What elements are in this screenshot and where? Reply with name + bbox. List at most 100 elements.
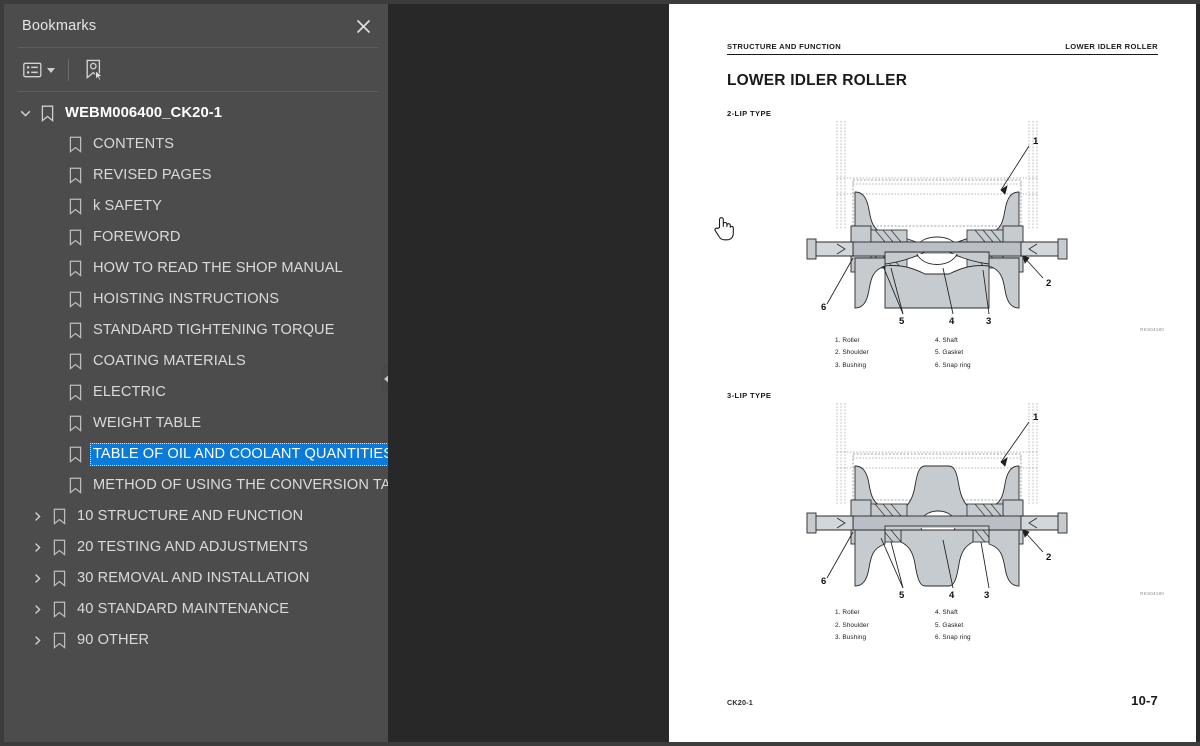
legend-item: 6. Snap ring	[935, 361, 971, 369]
figure-block-3lip: 3-LIP TYPE 1 2 3 4 5 6 RKS04190 1. Rolle…	[727, 391, 1164, 644]
bookmark-item[interactable]: ELECTRIC	[4, 377, 388, 408]
bookmark-icon	[48, 539, 70, 556]
bookmark-item[interactable]: k SAFETY	[4, 191, 388, 222]
legend-column-left-1: 1. Roller 2. Shoulder 3. Bushing	[835, 335, 935, 372]
svg-text:2: 2	[1046, 278, 1051, 289]
figure-legend-1: 1. Roller 2. Shoulder 3. Bushing 4. Shaf…	[835, 335, 1158, 372]
svg-text:5: 5	[899, 590, 905, 600]
bookmark-item-label: ELECTRIC	[93, 384, 166, 400]
legend-item: 4. Shaft	[935, 609, 958, 617]
bookmark-icon	[36, 105, 58, 122]
bookmarks-panel-header: Bookmarks	[4, 4, 388, 48]
chevron-right-icon[interactable]	[26, 506, 48, 528]
bookmark-item-label: HOISTING INSTRUCTIONS	[93, 291, 280, 307]
legend-item: 2. Shoulder	[835, 349, 869, 357]
figure-type-label-2: 3-LIP TYPE	[727, 391, 772, 401]
figure-image-1: 1 2 3 4 5 6 RKS04180	[727, 118, 1164, 332]
chevron-right-icon[interactable]	[26, 568, 48, 590]
bookmark-item[interactable]: 20 TESTING AND ADJUSTMENTS	[4, 532, 388, 563]
bookmark-icon	[48, 570, 70, 587]
document-viewer[interactable]: STRUCTURE AND FUNCTION LOWER IDLER ROLLE…	[388, 0, 1200, 746]
document-page: STRUCTURE AND FUNCTION LOWER IDLER ROLLE…	[669, 4, 1196, 742]
bookmark-item[interactable]: 40 STANDARD MAINTENANCE	[4, 594, 388, 625]
bookmark-item-label: COATING MATERIALS	[93, 353, 246, 369]
bookmark-item-label: CONTENTS	[93, 136, 175, 152]
bookmark-icon	[64, 477, 86, 494]
bookmark-item[interactable]: CONTENTS	[4, 129, 388, 160]
page-footer: CK20-1 10-7	[727, 693, 1158, 708]
bookmark-item[interactable]: WEIGHT TABLE	[4, 408, 388, 439]
svg-text:4: 4	[949, 316, 955, 327]
chevron-down-icon	[47, 67, 55, 73]
legend-column-right-1: 4. Shaft 5. Gasket 6. Snap ring	[935, 335, 1035, 372]
svg-text:2: 2	[1046, 552, 1051, 563]
chevron-down-icon[interactable]	[14, 103, 36, 125]
pdf-viewer-app: Bookmarks WEBM006400_CK20-1 CONTENTS REV…	[0, 0, 1200, 746]
page-title: LOWER IDLER ROLLER	[727, 72, 908, 89]
bookmarks-panel: Bookmarks WEBM006400_CK20-1 CONTENTS REV…	[0, 0, 392, 746]
figure-block-2lip: 2-LIP TYPE 1 2 3 4 5 6 RKS04180 1. Rolle…	[727, 109, 1164, 372]
bookmark-icon	[48, 632, 70, 649]
bookmark-icon	[48, 508, 70, 525]
svg-text:6: 6	[821, 302, 826, 313]
svg-text:4: 4	[949, 590, 955, 600]
bookmark-item-label: 30 REMOVAL AND INSTALLATION	[77, 570, 310, 586]
bookmark-item[interactable]: STANDARD TIGHTENING TORQUE	[4, 315, 388, 346]
legend-item: 3. Bushing	[835, 634, 867, 642]
chevron-right-icon[interactable]	[26, 599, 48, 621]
bookmark-item[interactable]: REVISED PAGES	[4, 160, 388, 191]
bookmark-item-label: TABLE OF OIL AND COOLANT QUANTITIES	[90, 443, 388, 466]
panel-title: Bookmarks	[22, 18, 97, 34]
svg-text:5: 5	[899, 316, 905, 327]
bookmark-icon	[64, 322, 86, 339]
figure-drawing-code-1: RKS04180	[1140, 327, 1164, 332]
svg-text:3: 3	[984, 590, 989, 600]
legend-item: 1. Roller	[835, 609, 860, 617]
legend-item: 1. Roller	[835, 337, 860, 344]
legend-item: 6. Snap ring	[935, 634, 971, 642]
legend-item: 2. Shoulder	[835, 621, 869, 629]
running-head-right: LOWER IDLER ROLLER	[1065, 42, 1158, 51]
chevron-right-icon[interactable]	[26, 630, 48, 652]
bookmark-item[interactable]: 30 REMOVAL AND INSTALLATION	[4, 563, 388, 594]
bookmark-item[interactable]: 10 STRUCTURE AND FUNCTION	[4, 501, 388, 532]
legend-item: 5. Gasket	[935, 621, 964, 629]
bookmark-item[interactable]: COATING MATERIALS	[4, 346, 388, 377]
bookmark-pointer-icon[interactable]	[81, 55, 108, 85]
bookmark-item-label: 40 STANDARD MAINTENANCE	[77, 601, 290, 617]
list-options-icon[interactable]	[20, 55, 58, 85]
bookmark-item-label: REVISED PAGES	[93, 167, 212, 183]
legend-column-left-2: 1. Roller 2. Shoulder 3. Bushing	[835, 607, 935, 644]
legend-column-right-2: 4. Shaft 5. Gasket 6. Snap ring	[935, 607, 1035, 644]
svg-text:1: 1	[1033, 136, 1039, 147]
svg-text:6: 6	[821, 576, 826, 587]
bookmark-item[interactable]: HOISTING INSTRUCTIONS	[4, 284, 388, 315]
bookmark-item[interactable]: FOREWORD	[4, 222, 388, 253]
bookmark-root-node[interactable]: WEBM006400_CK20-1	[4, 98, 388, 129]
bookmark-tree[interactable]: WEBM006400_CK20-1 CONTENTS REVISED PAGES k…	[4, 92, 388, 742]
bookmark-icon	[64, 229, 86, 246]
bookmark-item[interactable]: HOW TO READ THE SHOP MANUAL	[4, 253, 388, 284]
close-icon[interactable]	[350, 13, 376, 39]
bookmark-item-label: METHOD OF USING THE CONVERSION TABLE	[93, 477, 388, 493]
bookmark-icon	[64, 446, 86, 463]
bookmark-icon	[64, 260, 86, 277]
footer-page-number: 10-7	[1131, 693, 1158, 708]
bookmark-item-label: 90 OTHER	[77, 632, 150, 648]
bookmark-item-label: STANDARD TIGHTENING TORQUE	[93, 322, 335, 338]
bookmark-icon	[64, 384, 86, 401]
chevron-right-icon[interactable]	[26, 537, 48, 559]
toolbar-separator	[68, 59, 69, 81]
bookmark-item-label: k SAFETY	[93, 198, 162, 214]
bookmark-icon	[64, 167, 86, 184]
footer-model-code: CK20-1	[727, 698, 753, 707]
bookmark-item-label: HOW TO READ THE SHOP MANUAL	[93, 260, 343, 276]
bookmark-item-label: 20 TESTING AND ADJUSTMENTS	[77, 539, 309, 555]
legend-item: 5. Gasket	[935, 349, 964, 357]
bookmark-item[interactable]: 90 OTHER	[4, 625, 388, 656]
bookmark-item[interactable]: METHOD OF USING THE CONVERSION TABLE	[4, 470, 388, 501]
bookmark-item[interactable]: TABLE OF OIL AND COOLANT QUANTITIES	[4, 439, 388, 470]
bookmark-item-list: CONTENTS REVISED PAGES k SAFETY FOREWORD HOW…	[4, 129, 388, 656]
bookmark-item-label: WEIGHT TABLE	[93, 415, 202, 431]
bookmark-root-label: WEBM006400_CK20-1	[65, 105, 223, 121]
